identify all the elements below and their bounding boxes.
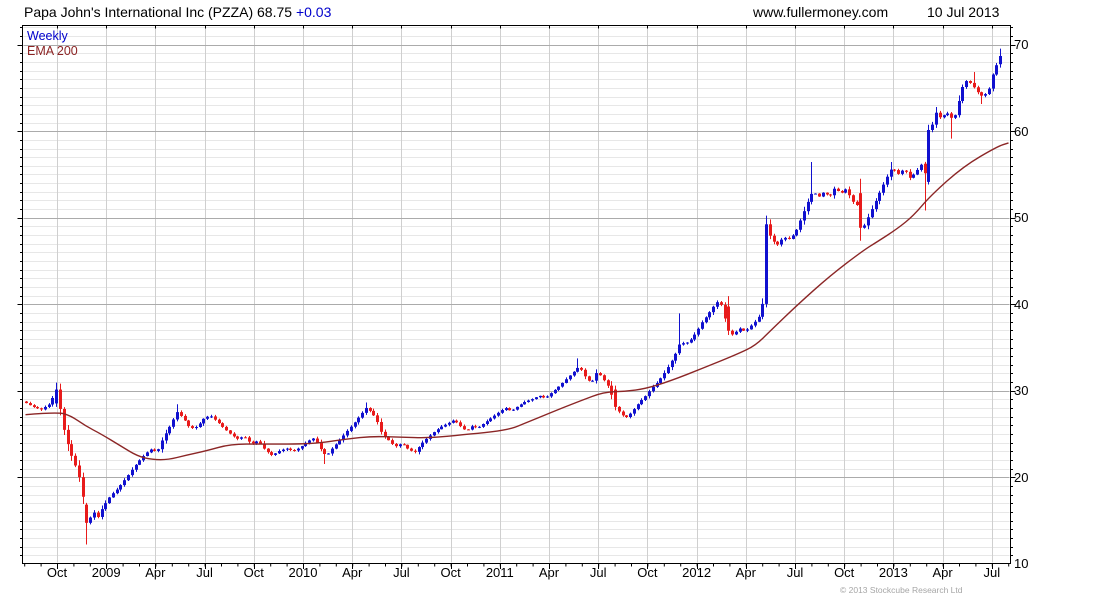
x-axis-label: Oct [637, 565, 658, 580]
x-axis-label: Jul [196, 565, 213, 580]
y-axis-label: 30 [1014, 383, 1029, 399]
x-axis-label: Oct [440, 565, 461, 580]
instrument-name: Papa John's International Inc (PZZA) 68.… [24, 4, 293, 20]
y-axis-label: 20 [1014, 469, 1029, 485]
x-axis-label: Oct [46, 565, 68, 580]
x-axis-label: Apr [145, 565, 166, 580]
chart-date: 10 Jul 2013 [927, 4, 1000, 20]
y-axis-label: 40 [1014, 296, 1029, 312]
price-change: +0.03 [295, 4, 332, 20]
legend-timeframe: Weekly [27, 29, 68, 43]
x-axis-label: Apr [735, 565, 756, 580]
x-axis-label: 2013 [878, 565, 908, 580]
copyright-notice: © 2013 Stockcube Research Ltd [840, 585, 963, 595]
x-axis-label: Jul [786, 565, 804, 580]
site-url: www.fullermoney.com [753, 4, 889, 20]
legend-ema: EMA 200 [27, 44, 78, 58]
x-axis-label: Oct [834, 565, 855, 580]
y-axis-label: 60 [1014, 123, 1029, 139]
x-axis-label: 2012 [682, 565, 712, 580]
x-axis-label: Jul [589, 565, 607, 580]
stock-chart-page: { "header": { "title": "Papa John's Inte… [0, 0, 1100, 600]
x-axis-label: Jul [983, 565, 1001, 580]
x-axis-label: 2009 [91, 565, 121, 580]
y-axis-label: 70 [1014, 37, 1029, 53]
chart-title: Papa John's International Inc (PZZA) 68.… [24, 4, 331, 20]
x-axis-label: Jul [393, 565, 410, 580]
candlestick-chart [0, 0, 1100, 600]
x-axis-label: Oct [243, 565, 264, 580]
x-axis-label: 2011 [485, 565, 514, 580]
x-axis-label: Apr [342, 565, 363, 580]
x-axis-label: 2010 [288, 565, 318, 580]
x-axis-label: Apr [932, 565, 953, 580]
y-axis-label: 50 [1014, 210, 1029, 226]
y-axis-label: 10 [1014, 556, 1029, 572]
x-axis-label: Apr [538, 565, 560, 580]
